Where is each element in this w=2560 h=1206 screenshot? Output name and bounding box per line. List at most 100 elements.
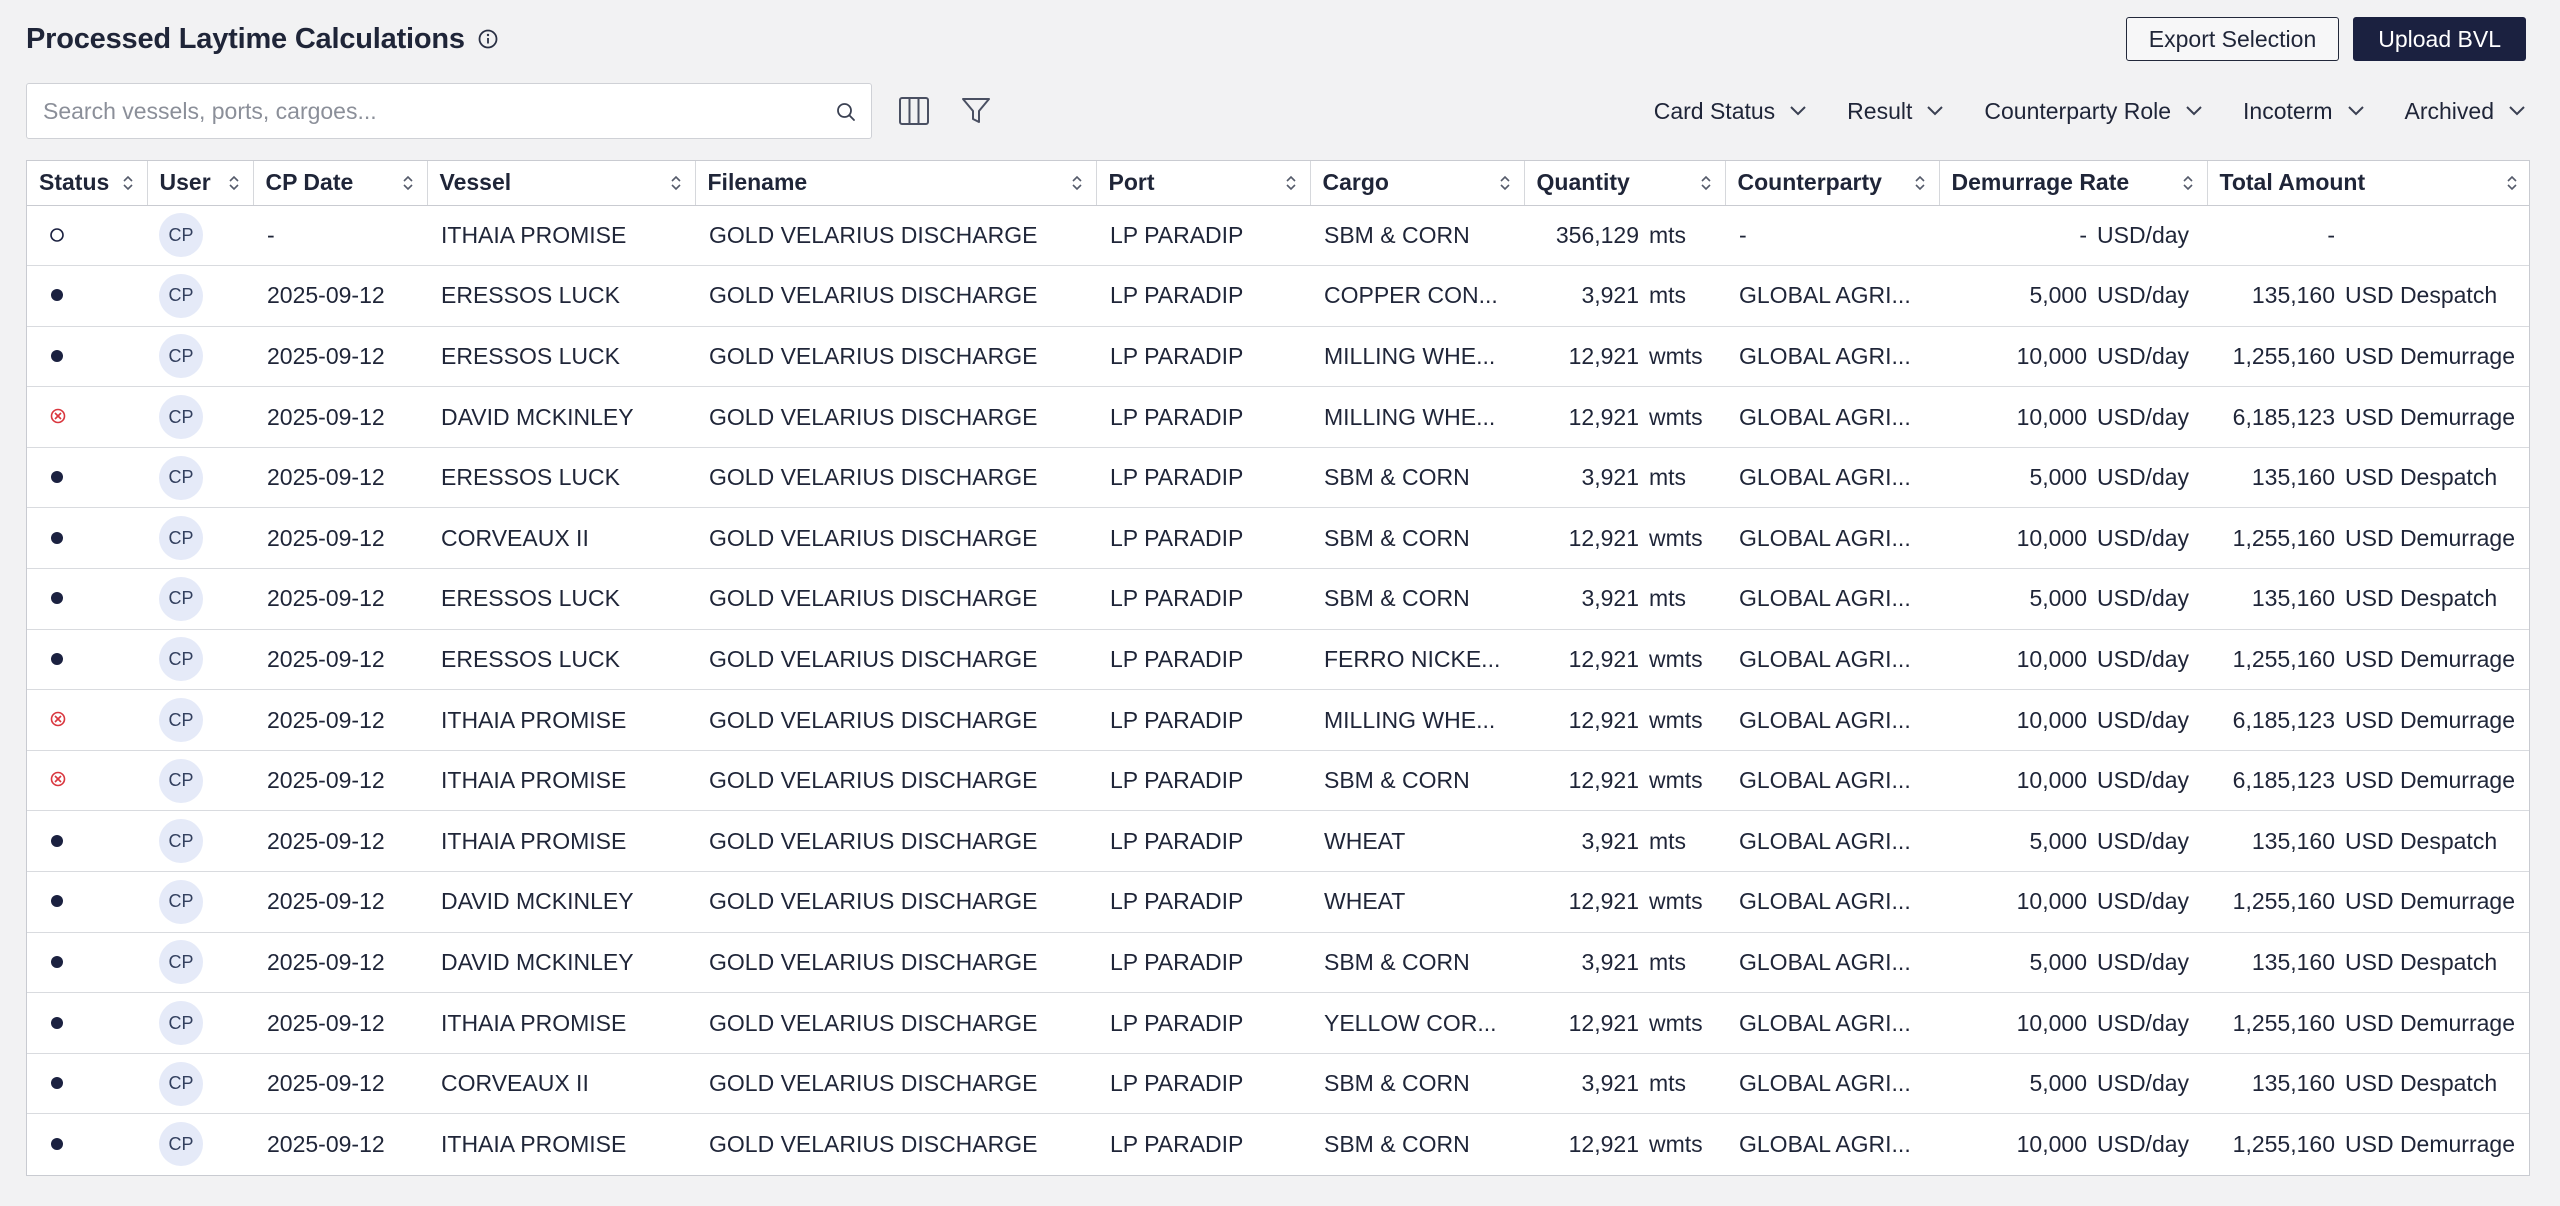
table-row[interactable]: CP 2025-09-12 ITHAIA PROMISE GOLD VELARIUS … <box>27 992 2529 1054</box>
upload-bvl-button[interactable]: Upload BVL <box>2353 17 2526 61</box>
table-row[interactable]: CP 2025-09-12 ITHAIA PROMISE GOLD VELARIUS … <box>27 750 2529 812</box>
table-row[interactable]: CP 2025-09-12 CORVEAUX II GOLD VELARIUS DIS… <box>27 1053 2529 1115</box>
demurrage-rate-cell: 10,000 USD/day <box>1939 689 2207 751</box>
filter-counterparty-role[interactable]: Counterparty Role <box>1984 98 2203 125</box>
sort-icon[interactable] <box>401 174 415 192</box>
column-header-vessel[interactable]: Vessel <box>427 161 696 206</box>
user-cell: CP <box>147 992 253 1054</box>
page-title: Processed Laytime Calculations <box>26 22 465 55</box>
avatar[interactable]: CP <box>159 940 203 985</box>
sort-icon[interactable] <box>1284 174 1298 192</box>
port-cell: LP PARADIP <box>1096 326 1310 388</box>
column-header-demurrage-rate[interactable]: Demurrage Rate <box>1939 161 2208 206</box>
sort-icon[interactable] <box>1498 174 1512 192</box>
quantity-unit: mts <box>1649 221 1687 248</box>
columns-icon[interactable] <box>896 93 932 129</box>
column-header-port[interactable]: Port <box>1096 161 1311 206</box>
counterparty-cell: GLOBAL AGRI... <box>1725 750 1939 812</box>
filename-cell: GOLD VELARIUS DISCHARGE <box>695 568 1096 630</box>
column-header-user[interactable]: User <box>147 161 254 206</box>
avatar[interactable]: CP <box>159 213 203 258</box>
info-icon[interactable] <box>477 28 499 50</box>
column-header-cp-date[interactable]: CP Date <box>253 161 428 206</box>
quantity-cell: 12,921 wmts <box>1524 386 1725 448</box>
status-cell <box>27 750 147 812</box>
avatar[interactable]: CP <box>159 637 203 682</box>
counterparty-cell: GLOBAL AGRI... <box>1725 992 1939 1054</box>
filter-label: Card Status <box>1653 97 1776 124</box>
table-row[interactable]: CP 2025-09-12 ITHAIA PROMISE GOLD VELARIUS … <box>27 1114 2529 1175</box>
sort-icon[interactable] <box>121 174 135 192</box>
rate-value: 5,000 <box>2029 585 2087 612</box>
column-header-filename[interactable]: Filename <box>695 161 1097 206</box>
total-unit: USD Demurrage <box>2345 1130 2515 1157</box>
demurrage-rate-cell: 5,000 USD/day <box>1939 1053 2207 1115</box>
export-selection-button[interactable]: Export Selection <box>2125 17 2340 61</box>
filename-cell: GOLD VELARIUS DISCHARGE <box>695 689 1096 751</box>
user-cell: CP <box>147 689 253 751</box>
quantity-cell: 3,921 mts <box>1524 810 1725 873</box>
sort-icon[interactable] <box>1699 174 1713 192</box>
table-row[interactable]: CP 2025-09-12 ERESSOS LUCK GOLD VELARIUS DI… <box>27 265 2529 327</box>
user-cell: CP <box>147 205 253 267</box>
cargo-cell: FERRO NICKE... <box>1310 629 1524 691</box>
avatar[interactable]: CP <box>159 334 203 379</box>
rate-unit: USD/day <box>2097 645 2190 672</box>
filter-card-status[interactable]: Card Status <box>1654 98 1807 125</box>
avatar[interactable]: CP <box>159 576 203 621</box>
sort-icon[interactable] <box>2505 174 2519 192</box>
port-cell: LP PARADIP <box>1096 447 1310 509</box>
filter-icon[interactable] <box>958 93 994 129</box>
table-row[interactable]: CP 2025-09-12 DAVID MCKINLEY GOLD VELARIUS … <box>27 932 2529 994</box>
avatar[interactable]: CP <box>159 758 203 803</box>
table-row[interactable]: CP 2025-09-12 CORVEAUX II GOLD VELARIUS DIS… <box>27 507 2529 570</box>
search-icon[interactable] <box>835 101 857 123</box>
sort-icon[interactable] <box>669 174 683 192</box>
sort-icon[interactable] <box>227 174 241 192</box>
column-header-counterparty[interactable]: Counterparty <box>1725 161 1940 206</box>
total-value: 135,160 <box>2251 585 2335 612</box>
column-header-total-amount[interactable]: Total Amount <box>2207 161 2529 206</box>
avatar[interactable]: CP <box>159 395 203 440</box>
avatar[interactable]: CP <box>159 698 203 743</box>
filter-archived[interactable]: Archived <box>2405 98 2526 125</box>
table-row[interactable]: CP 2025-09-12 ERESSOS LUCK GOLD VELARIUS DI… <box>27 629 2529 691</box>
table-row[interactable]: CP 2025-09-12 ERESSOS LUCK GOLD VELARIUS DI… <box>27 447 2529 509</box>
cargo-cell: SBM & CORN <box>1324 1130 1470 1157</box>
table-row[interactable]: CP 2025-09-12 ERESSOS LUCK GOLD VELARIUS DI… <box>27 568 2529 630</box>
sort-icon[interactable] <box>1070 174 1084 192</box>
avatar[interactable]: CP <box>159 1122 203 1167</box>
avatar[interactable]: CP <box>159 1061 203 1106</box>
avatar[interactable]: CP <box>159 1001 203 1046</box>
quantity-value: 12,921 <box>1568 706 1639 733</box>
rate-value: 10,000 <box>2016 888 2087 915</box>
quantity-unit: wmts <box>1649 1009 1703 1036</box>
table-row[interactable]: CP 2025-09-12 ITHAIA PROMISE GOLD VELARIUS … <box>27 810 2529 873</box>
counterparty-cell: GLOBAL AGRI... <box>1725 689 1939 751</box>
avatar[interactable]: CP <box>159 819 203 864</box>
sort-icon[interactable] <box>1913 174 1927 192</box>
user-cell: CP <box>147 629 253 691</box>
port-cell: LP PARADIP <box>1096 265 1310 327</box>
total-amount-cell: 1,255,160 USD Demurrage <box>2207 326 2529 388</box>
avatar[interactable]: CP <box>159 455 203 500</box>
filter-result[interactable]: Result <box>1847 98 1944 125</box>
avatar[interactable]: CP <box>159 516 203 561</box>
column-header-status[interactable]: Status <box>27 161 148 206</box>
table-row[interactable]: CP - ITHAIA PROMISE GOLD VELARIUS DISCHARGE… <box>27 205 2529 267</box>
total-unit: USD Despatch <box>2345 1070 2498 1097</box>
table-row[interactable]: CP 2025-09-12 DAVID MCKINLEY GOLD VELARIUS … <box>27 386 2529 448</box>
search-input[interactable] <box>27 84 871 138</box>
column-header-quantity[interactable]: Quantity <box>1524 161 1726 206</box>
filter-incoterm[interactable]: Incoterm <box>2243 98 2364 125</box>
table-row[interactable]: CP 2025-09-12 ERESSOS LUCK GOLD VELARIUS DI… <box>27 326 2529 388</box>
table-row[interactable]: CP 2025-09-12 DAVID MCKINLEY GOLD VELARIUS … <box>27 871 2529 933</box>
avatar[interactable]: CP <box>159 879 203 924</box>
column-header-cargo[interactable]: Cargo <box>1310 161 1525 206</box>
table-row[interactable]: CP 2025-09-12 ITHAIA PROMISE GOLD VELARIUS … <box>27 689 2529 751</box>
sort-icon[interactable] <box>2181 174 2195 192</box>
status-cell <box>27 932 147 994</box>
counterparty-cell: GLOBAL AGRI... <box>1725 386 1939 448</box>
avatar[interactable]: CP <box>159 273 203 318</box>
rate-unit: USD/day <box>2097 706 2190 733</box>
